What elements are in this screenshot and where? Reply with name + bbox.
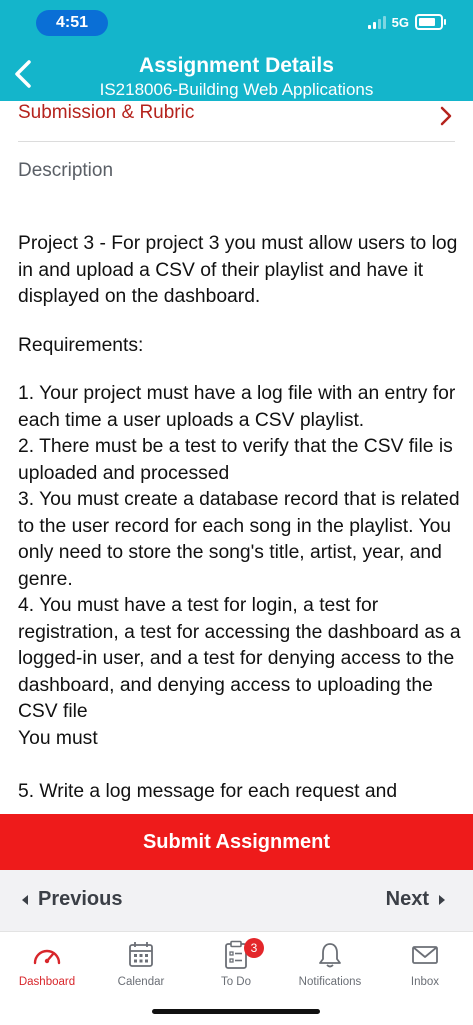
previous-label: Previous	[38, 888, 123, 910]
next-button[interactable]: Next	[386, 888, 445, 911]
chevron-right-icon	[440, 106, 452, 126]
tab-inbox[interactable]: Inbox	[378, 938, 472, 988]
tab-label: Dashboard	[18, 976, 76, 988]
tab-calendar[interactable]: Calendar	[94, 938, 188, 988]
app-header: 4:51 5G Assignment Details IS218006-Buil…	[0, 0, 473, 101]
todo-badge: 3	[244, 938, 264, 958]
tab-label: Calendar	[117, 976, 165, 988]
description-heading: Description	[18, 160, 114, 181]
home-indicator	[152, 1009, 320, 1014]
battery-icon	[415, 14, 446, 30]
caret-right-icon	[439, 894, 445, 905]
submit-assignment-button[interactable]: Submit Assignment	[0, 814, 473, 870]
tab-dashboard[interactable]: Dashboard	[0, 938, 94, 988]
status-indicators: 5G	[367, 14, 446, 30]
divider	[18, 141, 455, 142]
tab-label: Inbox	[410, 976, 440, 988]
tab-todo[interactable]: 3 To Do	[189, 938, 283, 988]
page-title: Assignment Details	[139, 54, 334, 77]
course-subtitle: IS218006-Building Web Applications	[99, 80, 374, 99]
previous-button[interactable]: Previous	[22, 888, 122, 911]
network-type: 5G	[391, 14, 409, 30]
caret-left-icon	[22, 894, 28, 905]
signal-icon	[367, 15, 386, 29]
next-label: Next	[385, 888, 429, 910]
bell-icon	[319, 943, 341, 968]
pager-bar: Previous Next	[0, 870, 473, 931]
tab-label: To Do	[220, 976, 252, 988]
calendar-icon	[129, 942, 153, 967]
dashboard-icon	[33, 949, 61, 965]
submission-rubric-label: Submission & Rubric	[18, 102, 195, 123]
description-intro: Project 3 - For project 3 you must allow…	[18, 233, 458, 307]
inbox-icon	[412, 946, 438, 964]
tab-notifications[interactable]: Notifications	[283, 938, 377, 988]
submission-rubric-row[interactable]: Submission & Rubric	[0, 101, 473, 141]
requirements-label: Requirements:	[18, 334, 144, 356]
tab-label: Notifications	[298, 976, 362, 988]
requirements-list: 1. Your project must have a log file wit…	[18, 383, 461, 802]
status-time: 4:51	[36, 10, 108, 36]
description-body: Project 3 - For project 3 you must allow…	[18, 231, 463, 814]
